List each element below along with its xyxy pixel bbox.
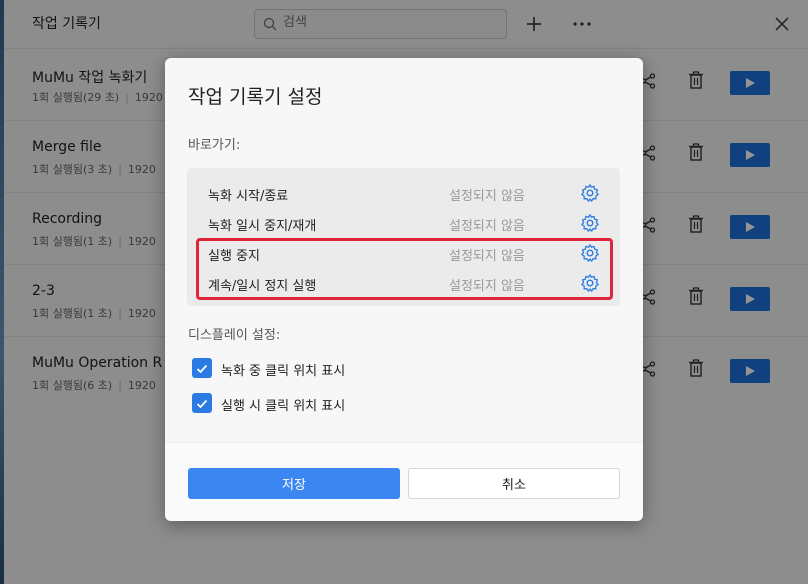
- display-settings-label: 디스플레이 설정:: [188, 328, 281, 343]
- shortcut-label: 녹화 일시 중지/재개: [208, 219, 317, 234]
- gear-icon[interactable]: [580, 213, 600, 237]
- gear-icon[interactable]: [580, 183, 600, 207]
- shortcut-label: 녹화 시작/종료: [208, 189, 289, 204]
- shortcut-row: 녹화 일시 중지/재개 설정되지 않음: [187, 208, 620, 238]
- checkbox-label: 녹화 중 클릭 위치 표시: [221, 364, 346, 379]
- highlight-box: [196, 238, 613, 300]
- cancel-button[interactable]: 취소: [408, 468, 620, 499]
- settings-dialog: 작업 기록기 설정 바로가기: 녹화 시작/종료 설정되지 않음 녹화 일시 중…: [165, 58, 643, 521]
- checkbox[interactable]: [192, 358, 212, 378]
- save-button[interactable]: 저장: [188, 468, 400, 499]
- dialog-footer: 저장 취소: [165, 442, 643, 521]
- shortcuts-label: 바로가기:: [188, 138, 241, 153]
- shortcut-value: 설정되지 않음: [449, 189, 525, 204]
- checkbox-label: 실행 시 클릭 위치 표시: [221, 399, 346, 414]
- check-icon: [196, 394, 208, 413]
- shortcut-value: 설정되지 않음: [449, 219, 525, 234]
- check-icon: [196, 359, 208, 378]
- checkbox[interactable]: [192, 393, 212, 413]
- dialog-title: 작업 기록기 설정: [188, 86, 323, 108]
- shortcut-row: 녹화 시작/종료 설정되지 않음: [187, 178, 620, 208]
